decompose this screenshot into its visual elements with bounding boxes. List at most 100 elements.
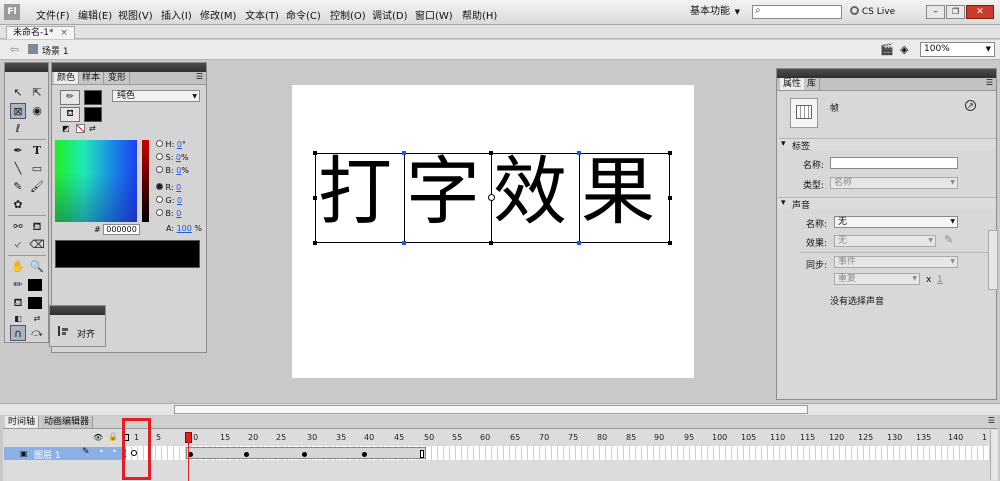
search-field[interactable]: ⌕ xyxy=(752,5,842,19)
menu-control[interactable]: 控制(O) xyxy=(330,7,366,22)
panel-menu-icon[interactable]: ☰ xyxy=(986,78,993,87)
transform-handle[interactable] xyxy=(668,241,672,245)
keyframe-40[interactable] xyxy=(362,452,367,457)
menu-help[interactable]: 帮助(H) xyxy=(462,7,497,22)
menu-insert[interactable]: 插入(I) xyxy=(161,7,192,22)
no-color-icon[interactable] xyxy=(76,124,85,133)
radio-s[interactable] xyxy=(156,153,163,160)
text-tool-icon[interactable]: T xyxy=(29,143,45,159)
transform-handle[interactable] xyxy=(577,241,581,245)
zoom-tool-icon[interactable]: 🔍 xyxy=(29,259,45,275)
repeat-count[interactable]: 1 xyxy=(937,275,943,285)
transform-handle[interactable] xyxy=(313,241,317,245)
eraser-tool-icon[interactable]: ⌫ xyxy=(29,237,45,253)
g-value[interactable]: 0 xyxy=(177,196,182,205)
label-type-select[interactable]: 名称 ▼ xyxy=(830,177,958,189)
radio-g[interactable] xyxy=(156,196,163,203)
visibility-dot-icon[interactable]: • xyxy=(99,447,104,456)
fill-color-icon[interactable]: ⛾ xyxy=(10,295,26,311)
deco-tool-icon[interactable]: ✿ xyxy=(10,197,26,213)
transform-handle[interactable] xyxy=(402,151,406,155)
edit-envelope-icon[interactable]: ✎ xyxy=(944,233,953,246)
fill-bucket-icon[interactable]: ⛾ xyxy=(60,107,80,122)
menu-modify[interactable]: 修改(M) xyxy=(200,7,236,22)
section-label-header[interactable]: ▾ 标签 xyxy=(778,138,996,152)
timeline-vscroll[interactable] xyxy=(990,430,998,480)
lock-all-icon[interactable]: 🔒 xyxy=(108,432,118,441)
keyframe-30[interactable] xyxy=(302,452,307,457)
stroke-pencil-icon[interactable]: ✏ xyxy=(60,90,80,105)
tab-properties[interactable]: 属性 xyxy=(780,78,806,90)
sound-name-select[interactable]: 无 ▼ xyxy=(834,216,958,228)
window-minimize-icon[interactable]: – xyxy=(926,5,945,19)
snap-to-objects-icon[interactable]: ∩ xyxy=(10,325,26,341)
keyframe-20[interactable] xyxy=(244,452,249,457)
tab-transform[interactable]: 变形 xyxy=(105,72,131,84)
radio-r[interactable] xyxy=(156,183,163,190)
show-hide-all-icon[interactable]: 👁 xyxy=(93,433,103,442)
transform-handle[interactable] xyxy=(313,151,317,155)
line-tool-icon[interactable]: ╲ xyxy=(10,161,26,177)
hand-tool-icon[interactable]: ✋ xyxy=(10,259,26,275)
pen-tool-icon[interactable]: ✒ xyxy=(10,143,26,159)
menu-view[interactable]: 视图(V) xyxy=(118,7,153,22)
edit-link-icon[interactable]: ↗ xyxy=(965,100,976,111)
pencil-tool-icon[interactable]: ✎ xyxy=(10,179,26,195)
selection-tool-icon[interactable]: ↖ xyxy=(10,85,26,101)
hex-input[interactable]: 000000 xyxy=(103,224,140,235)
tab-timeline[interactable]: 时间轴 xyxy=(5,416,40,428)
brightness-slider[interactable] xyxy=(142,140,149,222)
transform-handle[interactable] xyxy=(489,151,493,155)
right-vscrollbar[interactable] xyxy=(988,230,998,290)
frame-name-input[interactable] xyxy=(830,157,958,169)
lock-dot-icon[interactable]: • xyxy=(112,447,117,456)
menu-window[interactable]: 窗口(W) xyxy=(415,7,453,22)
layer-name[interactable]: 图层 1 xyxy=(34,448,61,461)
effect-select[interactable]: 无 ▼ xyxy=(834,235,936,247)
window-restore-icon[interactable]: ❐ xyxy=(946,5,965,19)
default-colors-icon[interactable]: ◩ xyxy=(62,124,70,133)
eyedropper-tool-icon[interactable]: ⸔ xyxy=(10,237,26,253)
menu-commands[interactable]: 命令(C) xyxy=(286,7,321,22)
alpha-value[interactable]: 100 xyxy=(177,224,192,233)
window-close-icon[interactable]: ✕ xyxy=(966,5,994,19)
menu-file[interactable]: 文件(F) xyxy=(36,7,70,22)
edit-symbols-icon[interactable]: ◈ xyxy=(900,43,908,56)
fill-color-swatch[interactable] xyxy=(28,297,42,309)
align-panel-label[interactable]: 对齐 xyxy=(77,327,95,340)
r-value[interactable]: 0 xyxy=(176,183,181,192)
lasso-tool-icon[interactable]: ℓ xyxy=(10,121,26,137)
menu-debug[interactable]: 调试(D) xyxy=(372,7,408,22)
tab-color[interactable]: 颜色 xyxy=(54,72,80,84)
blue-value[interactable]: 0 xyxy=(176,209,181,218)
bone-tool-icon[interactable]: ⚯ xyxy=(10,219,26,235)
stage-hscroll-thumb[interactable] xyxy=(174,405,808,414)
back-arrow-icon[interactable]: ⇦ xyxy=(10,43,19,56)
panel-menu-icon[interactable]: ☰ xyxy=(988,416,995,425)
smooth-icon[interactable]: ⤼ xyxy=(29,325,45,341)
stage-hscrollbar[interactable] xyxy=(0,403,1000,415)
edit-scene-icon[interactable]: 🎬 xyxy=(880,43,894,56)
workspace-switcher[interactable]: 基本功能 ▼ xyxy=(684,4,744,20)
tab-library[interactable]: 库 xyxy=(804,78,821,90)
stroke-color-swatch[interactable] xyxy=(28,279,42,291)
radio-h[interactable] xyxy=(156,140,163,147)
tab-motion-editor[interactable]: 动画编辑器 xyxy=(41,416,94,428)
free-transform-tool-icon[interactable]: ⊠ xyxy=(10,103,26,119)
zoom-select[interactable]: 100% ▼ xyxy=(920,42,995,57)
subselection-tool-icon[interactable]: ⇱ xyxy=(29,85,45,101)
repeat-select[interactable]: 重复 ▼ xyxy=(834,273,920,285)
stroke-color-icon[interactable]: ✏ xyxy=(10,277,26,293)
brush-tool-icon[interactable]: 🖌 xyxy=(29,179,45,195)
3d-rotation-tool-icon[interactable]: ◉ xyxy=(29,103,45,119)
fill-type-select[interactable]: 纯色 ▼ xyxy=(112,90,200,102)
paint-bucket-tool-icon[interactable]: ⛾ xyxy=(29,219,45,235)
frame-ruler[interactable]: 1 5 10 15 20 25 30 35 40 45 50 55 60 65 70 75 80 85 90 95 10… xyxy=(126,432,992,445)
document-tab[interactable]: 未命名-1* × xyxy=(6,26,75,39)
cs-live-button[interactable]: CS Live xyxy=(850,6,895,17)
panel-menu-icon[interactable]: ☰ xyxy=(196,72,203,81)
close-icon[interactable]: × xyxy=(60,28,68,38)
transform-handle[interactable] xyxy=(402,241,406,245)
transform-handle[interactable] xyxy=(313,196,317,200)
transform-center-point[interactable] xyxy=(488,194,495,201)
